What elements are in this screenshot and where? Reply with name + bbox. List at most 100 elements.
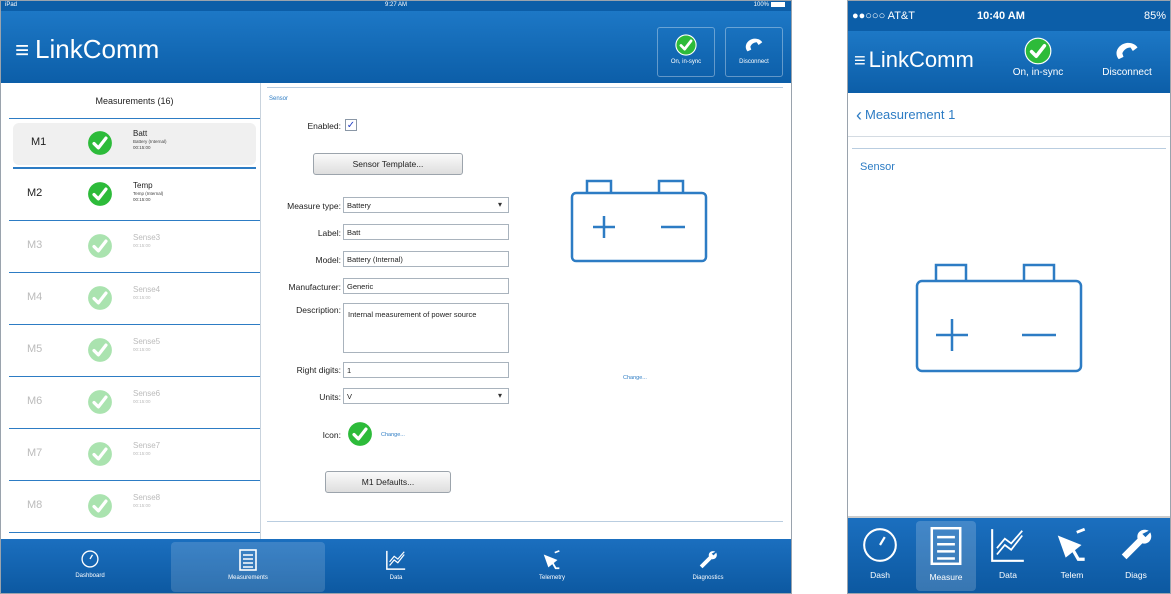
list-item[interactable]: M8 Sense8 00:15:00: [9, 481, 260, 533]
check-icon: [88, 390, 112, 414]
measurement-id: M2: [27, 187, 43, 199]
tab-label: Measure: [929, 572, 963, 582]
list-item[interactable]: M3 Sense3 00:15:00: [9, 221, 260, 273]
tab-telemetry[interactable]: Telemetry: [475, 539, 629, 593]
tab-dash[interactable]: Dash: [850, 518, 910, 593]
back-button[interactable]: ‹ Measurement 1: [856, 105, 955, 126]
list-item[interactable]: M5 Sense5 00:15:00: [9, 325, 260, 377]
units-label: Units:: [319, 392, 341, 402]
units-select[interactable]: V: [343, 388, 509, 404]
tab-data[interactable]: Data: [978, 518, 1038, 593]
disconnect-button[interactable]: Disconnect: [725, 27, 783, 77]
measurement-interval: 00:15:00: [133, 295, 151, 300]
tab-label: Data: [999, 570, 1017, 580]
tab-data[interactable]: Data: [319, 539, 473, 593]
list-icon: [930, 526, 962, 566]
measurement-detail-panel: Sensor Enabled: ✓ Sensor Template... Mea…: [263, 83, 791, 539]
satellite-icon: [1057, 527, 1086, 561]
tab-label: Diags: [1125, 570, 1147, 580]
tab-label: Dash: [870, 570, 890, 580]
measurements-list: Measurements (16) M1 Batt Battery (Inter…: [9, 83, 261, 539]
label-field[interactable]: Batt: [343, 224, 509, 240]
manufacturer-label: Manufacturer:: [288, 282, 341, 292]
image-change-link[interactable]: Change...: [623, 375, 647, 381]
battery-icon: [771, 2, 785, 7]
right-digits-field[interactable]: 1: [343, 362, 509, 378]
check-icon: [88, 494, 112, 518]
tab-label: Measurements: [228, 575, 268, 581]
measure-type-select[interactable]: Battery: [343, 197, 509, 213]
disconnect-button[interactable]: Disconnect: [1092, 37, 1162, 78]
tab-telem[interactable]: Telem: [1042, 518, 1102, 593]
measurement-name: Sense6: [133, 389, 161, 398]
measurement-interval: 00:15:00: [133, 451, 151, 456]
measurement-interval: 00:15:00: [133, 145, 151, 150]
description-label: Description:: [296, 305, 341, 315]
gauge-icon: [81, 550, 99, 568]
chevron-left-icon: ‹: [856, 105, 862, 125]
tab-measure[interactable]: Measure: [916, 521, 976, 591]
navigation-bar: ‹ Measurement 1: [848, 93, 1170, 137]
app-header: ≡ LinkComm On, in-sync Disconnect: [1, 11, 791, 83]
satellite-icon: [543, 550, 560, 570]
tab-label: Data: [389, 575, 403, 581]
gauge-icon: [863, 528, 897, 562]
battery-status: 85%: [1144, 10, 1166, 22]
measurement-id: M6: [27, 395, 43, 407]
icon-change-link[interactable]: Change...: [381, 432, 405, 438]
check-icon[interactable]: [347, 421, 373, 447]
check-icon: [88, 182, 112, 206]
divider: [267, 87, 783, 88]
app-title[interactable]: ≡ LinkComm: [854, 47, 974, 73]
list-title: Measurements (16): [9, 83, 260, 119]
measurement-name: Sense5: [133, 337, 161, 346]
check-icon: [88, 338, 112, 362]
tab-dashboard[interactable]: Dashboard: [13, 539, 167, 593]
units-value: V: [347, 392, 353, 401]
model-field[interactable]: Battery (Internal): [343, 251, 509, 267]
check-icon: [1024, 37, 1052, 65]
measurement-name: Temp: [133, 181, 153, 190]
measurement-name: Batt: [133, 129, 148, 138]
list-item[interactable]: M7 Sense7 00:15:00: [9, 429, 260, 481]
tab-label: Telem: [1060, 570, 1084, 580]
measure-type-label: Measure type:: [287, 201, 341, 211]
check-icon: [88, 286, 112, 310]
divider: [267, 521, 783, 522]
enabled-label: Enabled:: [307, 121, 341, 131]
menu-icon[interactable]: ≡: [854, 50, 866, 72]
menu-icon[interactable]: ≡: [15, 37, 29, 64]
sync-status-button[interactable]: On, in-sync: [657, 27, 715, 77]
app-header: ≡ LinkComm On, in-sync Disconnect: [848, 31, 1170, 93]
icon-label: Icon:: [322, 430, 341, 440]
description-field[interactable]: Internal measurement of power source: [343, 303, 509, 353]
enabled-checkbox[interactable]: ✓: [345, 119, 357, 131]
sensor-template-button[interactable]: Sensor Template...: [313, 153, 463, 175]
wrench-icon: [1121, 529, 1152, 560]
chart-icon: [991, 529, 1024, 562]
ipad-screen: iPad 9:27 AM 100% ≡ LinkComm On, in-sync …: [0, 0, 792, 594]
list-item[interactable]: M2 Temp Temp (Internal) 00:15:00: [9, 169, 260, 221]
defaults-button[interactable]: M1 Defaults...: [325, 471, 451, 493]
sync-status-button[interactable]: On, in-sync: [1008, 37, 1068, 78]
tab-measurements[interactable]: Measurements: [171, 542, 325, 592]
battery-icon[interactable]: [914, 259, 1084, 375]
model-label: Model:: [315, 255, 341, 265]
section-title: Sensor: [860, 161, 895, 173]
sync-label: On, in-sync: [670, 59, 702, 65]
battery-icon[interactable]: [569, 175, 709, 265]
tab-diags[interactable]: Diags: [1106, 518, 1166, 593]
app-title[interactable]: ≡ LinkComm: [15, 34, 159, 65]
list-item[interactable]: M4 Sense4 00:15:00: [9, 273, 260, 325]
measurement-model: Battery (Internal): [133, 139, 167, 144]
tab-diagnostics[interactable]: Diagnostics: [631, 539, 785, 593]
list-item[interactable]: M1 Batt Battery (Internal) 00:15:00: [13, 123, 256, 165]
sync-label: On, in-sync: [1012, 67, 1064, 78]
measurement-id: M5: [27, 343, 43, 355]
check-icon: [88, 234, 112, 258]
wrench-icon: [699, 551, 717, 569]
tab-label: Dashboard: [75, 573, 105, 579]
list-item[interactable]: M6 Sense6 00:15:00: [9, 377, 260, 429]
iphone-screen: ●●○○○ AT&T 10:40 AM 85% ≡ LinkComm On, in…: [847, 0, 1171, 594]
manufacturer-field[interactable]: Generic: [343, 278, 509, 294]
